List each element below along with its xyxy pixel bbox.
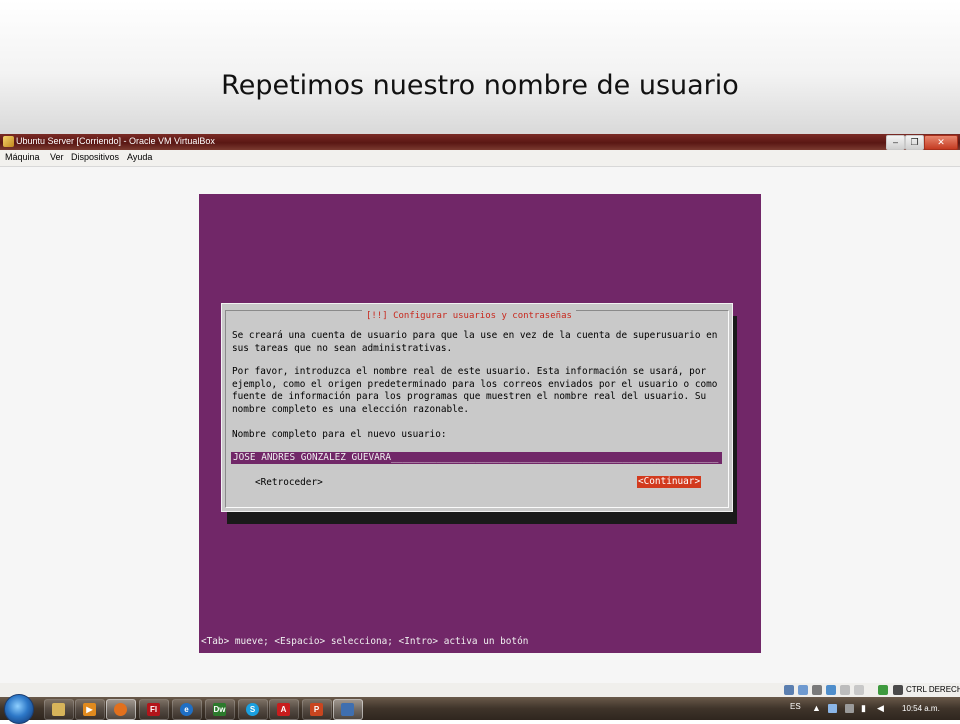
host-key-icon <box>893 685 903 695</box>
taskbar-flash[interactable]: Fl <box>139 699 169 720</box>
taskbar-firefox[interactable] <box>106 699 136 720</box>
windows-taskbar: ▶ Fl e Dw S A P ES ▲ ▮ ◀ 10:54 a.m. <box>0 694 960 724</box>
dreamweaver-icon: Dw <box>213 703 226 716</box>
fullname-prompt: Nombre completo para el nuevo usuario: <box>232 429 447 440</box>
taskbar-virtualbox[interactable] <box>333 699 363 720</box>
menu-ayuda[interactable]: Ayuda <box>127 152 152 162</box>
menu-dispositivos[interactable]: Dispositivos <box>71 152 119 162</box>
taskbar-acrobat[interactable]: A <box>269 699 299 720</box>
dialog-paragraph-realname: Por favor, introduzca el nombre real de … <box>232 366 718 415</box>
network-icon[interactable] <box>826 685 836 695</box>
host-key-label: CTRL DERECHA <box>906 685 960 694</box>
window-titlebar: Ubuntu Server [Corriendo] - Oracle VM Vi… <box>0 134 960 150</box>
action-center-icon[interactable] <box>845 704 854 713</box>
media-player-icon: ▶ <box>83 703 96 716</box>
menu-ver[interactable]: Ver <box>50 152 64 162</box>
slide-header: Repetimos nuestro nombre de usuario <box>0 0 960 134</box>
show-hidden-icons-icon[interactable]: ▲ <box>812 704 821 713</box>
dialog-title: [!!] Configurar usuarios y contraseñas <box>362 310 576 322</box>
restore-button[interactable]: ❐ <box>905 135 924 150</box>
hard-disk-icon[interactable] <box>784 685 794 695</box>
minimize-button[interactable]: – <box>886 135 905 150</box>
taskbar-media-player[interactable]: ▶ <box>75 699 105 720</box>
shared-folders-icon[interactable] <box>840 685 850 695</box>
virtualbox-taskbar-icon <box>341 703 354 716</box>
fullname-input-value: JOSE ANDRES GONZALEZ GUEVARA____________… <box>233 452 719 463</box>
capture-icon[interactable] <box>878 685 888 695</box>
fullname-input[interactable]: JOSE ANDRES GONZALEZ GUEVARA____________… <box>231 452 722 464</box>
menu-bar: Máquina Ver Dispositivos Ayuda <box>0 150 960 167</box>
internet-explorer-icon: e <box>180 703 193 716</box>
vm-status-bar: CTRL DERECHA <box>0 683 960 697</box>
slide-title: Repetimos nuestro nombre de usuario <box>221 70 739 101</box>
folder-icon <box>52 703 65 716</box>
window-title: Ubuntu Server [Corriendo] - Oracle VM Vi… <box>16 136 215 146</box>
taskbar-skype[interactable]: S <box>238 699 268 720</box>
taskbar-explorer[interactable] <box>44 699 74 720</box>
taskbar-powerpoint[interactable]: P <box>302 699 332 720</box>
acrobat-icon: A <box>277 703 290 716</box>
tray-app-icon[interactable] <box>828 704 837 713</box>
clock[interactable]: 10:54 a.m. <box>902 704 940 713</box>
dialog-paragraph-account: Se creará una cuenta de usuario para que… <box>232 330 718 354</box>
usb-icon[interactable] <box>812 685 822 695</box>
firefox-icon <box>114 703 127 716</box>
flash-icon: Fl <box>147 703 160 716</box>
taskbar-internet-explorer[interactable]: e <box>172 699 202 720</box>
optical-drive-icon[interactable] <box>798 685 808 695</box>
close-button[interactable]: ✕ <box>924 135 958 150</box>
powerpoint-icon: P <box>310 703 323 716</box>
network-signal-icon[interactable]: ▮ <box>861 704 870 713</box>
volume-icon[interactable]: ◀ <box>877 704 886 713</box>
back-button[interactable]: <Retroceder> <box>255 477 323 489</box>
continue-button[interactable]: <Continuar> <box>637 476 702 488</box>
virtualbox-icon <box>3 136 14 147</box>
skype-icon: S <box>246 703 259 716</box>
vm-help-line: <Tab> mueve; <Espacio> selecciona; <Intr… <box>201 636 529 647</box>
language-indicator[interactable]: ES <box>790 702 801 711</box>
menu-maquina[interactable]: Máquina <box>5 152 40 162</box>
display-icon[interactable] <box>854 685 864 695</box>
taskbar-dreamweaver[interactable]: Dw <box>205 699 235 720</box>
